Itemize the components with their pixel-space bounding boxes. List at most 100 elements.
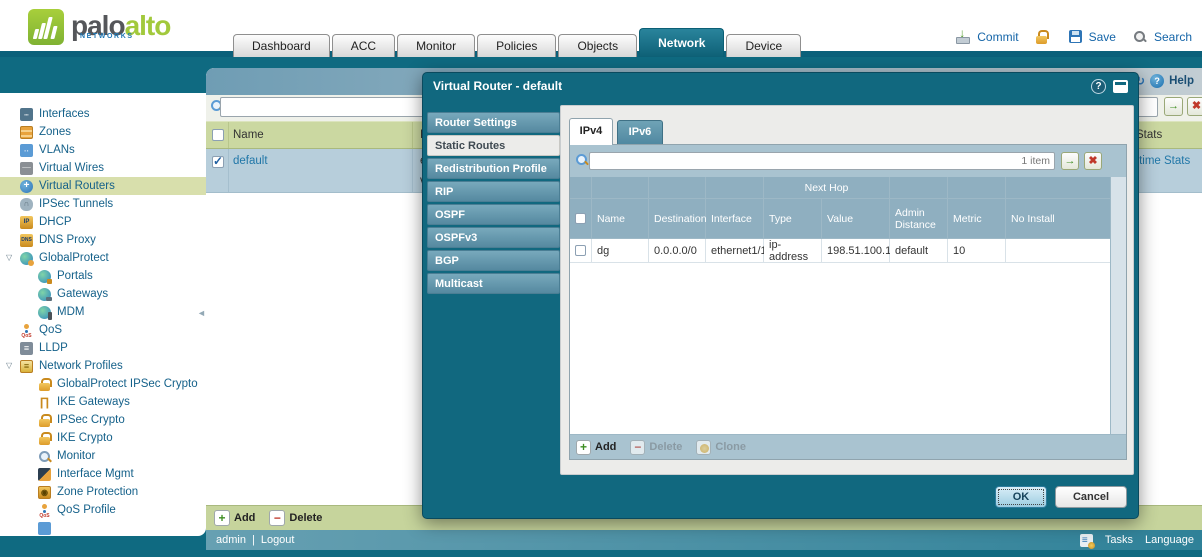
ipsec-tunnels-icon [20,198,33,211]
sidebar-item[interactable]: ▽ VLANs [0,141,206,159]
dialog-minimize-icon[interactable] [1113,80,1128,93]
dialog-table-scrollbar[interactable] [1110,177,1126,434]
add-button[interactable]: + Add [214,510,255,526]
sidebar-item-label: IKE Gateways [57,396,130,408]
apply-filter-button[interactable]: → [1164,97,1183,116]
sidebar-item-label: LLDP [39,342,68,354]
nav-tab[interactable]: Objects [558,34,637,57]
help-icon[interactable]: ? [1150,74,1164,88]
dialog-apply-filter-button[interactable]: → [1061,152,1079,170]
dialog-menu-item[interactable]: Static Routes [427,135,560,156]
sidebar-item[interactable]: ▽ Portals [0,267,206,285]
dialog-delete-button[interactable]: − Delete [630,440,682,455]
nav-tab[interactable]: Dashboard [233,34,330,57]
nav-tab[interactable]: ACC [332,34,395,57]
sidebar-item[interactable]: ▽ Network Profiles [0,357,206,375]
lock-icon[interactable] [1036,30,1048,44]
sidebar-item-label: IPSec Tunnels [39,198,113,210]
column-header[interactable]: Admin Distance [890,199,948,239]
dialog-menu-item[interactable]: RIP [427,181,560,202]
dialog-add-button[interactable]: + Add [576,440,616,455]
sidebar-item[interactable]: ▽ MDM [0,303,206,321]
column-header-name[interactable]: Name [233,129,264,141]
column-header[interactable]: Interface [706,199,764,239]
column-header[interactable]: Name [592,199,649,239]
sidebar-item[interactable]: ▽ IPSec Tunnels [0,195,206,213]
tab-ipv6[interactable]: IPv6 [617,120,663,145]
sidebar-item[interactable]: ▽ Zones [0,123,206,141]
tasks-link[interactable]: Tasks [1105,534,1133,546]
tasks-icon[interactable] [1080,534,1093,547]
language-link[interactable]: Language [1145,534,1194,546]
dialog-menu-item[interactable]: Multicast [427,273,560,294]
column-header[interactable]: Metric [948,199,1006,239]
nav-tab[interactable]: Policies [477,34,556,57]
network-profiles-icon [20,360,33,373]
clear-filter-button[interactable]: ✖ [1187,97,1202,116]
dialog-help-icon[interactable]: ? [1091,79,1106,94]
delete-button[interactable]: − Delete [269,510,322,526]
sidebar-item[interactable]: ▽ IPSec Crypto [0,411,206,429]
sidebar-item[interactable]: ▽ QoS [0,321,206,339]
sidebar-item[interactable]: ▽ LLDP [0,339,206,357]
dialog-select-all-checkbox[interactable] [575,213,586,224]
static-route-row[interactable]: dg 0.0.0.0/0 ethernet1/1 ip-address 198.… [570,239,1111,263]
dialog-clear-filter-button[interactable]: ✖ [1084,152,1102,170]
ok-button[interactable]: OK [995,486,1047,508]
sidebar-item[interactable]: ▽ Virtual Routers [0,177,206,195]
route-nexthop-type: ip-address [764,239,822,263]
sidebar-item[interactable]: ▽ Interface Mgmt [0,465,206,483]
nav-tab[interactable]: Monitor [397,34,475,57]
sidebar-item[interactable]: ▽ GlobalProtect [0,249,206,267]
column-header[interactable]: Destination [649,199,706,239]
header-actions: Commit Save Search [956,29,1192,44]
search-button[interactable]: Search [1154,30,1192,44]
zone-protection-icon [38,486,51,499]
dialog-filter-search-icon [575,153,589,167]
help-link[interactable]: Help [1169,75,1194,87]
sidebar-item[interactable]: ▽ Virtual Wires [0,159,206,177]
save-icon[interactable] [1069,30,1082,43]
sidebar-item[interactable]: ▽ DHCP [0,213,206,231]
save-button[interactable]: Save [1089,30,1116,44]
dialog-menu-item[interactable]: Router Settings [427,112,560,133]
router-name-link[interactable]: default [233,155,268,167]
expand-triangle-icon[interactable]: ▽ [6,361,12,370]
dialog-menu-item[interactable]: OSPFv3 [427,227,560,248]
sidebar-item[interactable]: ▽ [0,519,206,536]
dialog-title: Virtual Router - default [423,73,1138,99]
search-icon[interactable] [1133,30,1147,44]
sidebar-item[interactable]: ▽ Monitor [0,447,206,465]
dialog-filter-input[interactable] [589,152,1055,170]
nav-tab[interactable]: Network [639,28,724,57]
column-header[interactable]: No Install [1006,199,1111,239]
select-all-checkbox[interactable] [212,129,224,141]
sidebar-item[interactable]: ▽ IKE Crypto [0,429,206,447]
sidebar-item[interactable]: ▽ Interfaces [0,105,206,123]
logout-link[interactable]: Logout [261,534,295,546]
sidebar-collapse-icon[interactable]: ◄ [197,308,206,318]
tab-ipv4[interactable]: IPv4 [569,118,613,145]
sidebar-item-label: Gateways [57,288,108,300]
dialog-footer: OK Cancel [423,473,1138,518]
commit-button[interactable]: Commit [977,30,1018,44]
expand-triangle-icon[interactable]: ▽ [6,253,12,262]
sidebar-item[interactable]: ▽ Gateways [0,285,206,303]
dialog-clone-button[interactable]: Clone [696,440,746,455]
route-row-checkbox[interactable] [575,245,586,256]
sidebar-item[interactable]: ▽ Zone Protection [0,483,206,501]
sidebar-item[interactable]: ▽ DNS Proxy [0,231,206,249]
row-checkbox[interactable] [212,156,224,168]
portals-icon [38,270,51,283]
sidebar-item[interactable]: ▽ IKE Gateways [0,393,206,411]
cancel-button[interactable]: Cancel [1055,486,1127,508]
column-header[interactable]: Value [822,199,890,239]
commit-icon[interactable] [956,29,970,44]
column-header[interactable]: Type [764,199,822,239]
dialog-menu-item[interactable]: OSPF [427,204,560,225]
sidebar-item[interactable]: ▽ GlobalProtect IPSec Crypto [0,375,206,393]
dialog-menu-item[interactable]: Redistribution Profile [427,158,560,179]
sidebar-item[interactable]: ▽ QoS Profile [0,501,206,519]
nav-tab[interactable]: Device [726,34,801,57]
dialog-menu-item[interactable]: BGP [427,250,560,271]
